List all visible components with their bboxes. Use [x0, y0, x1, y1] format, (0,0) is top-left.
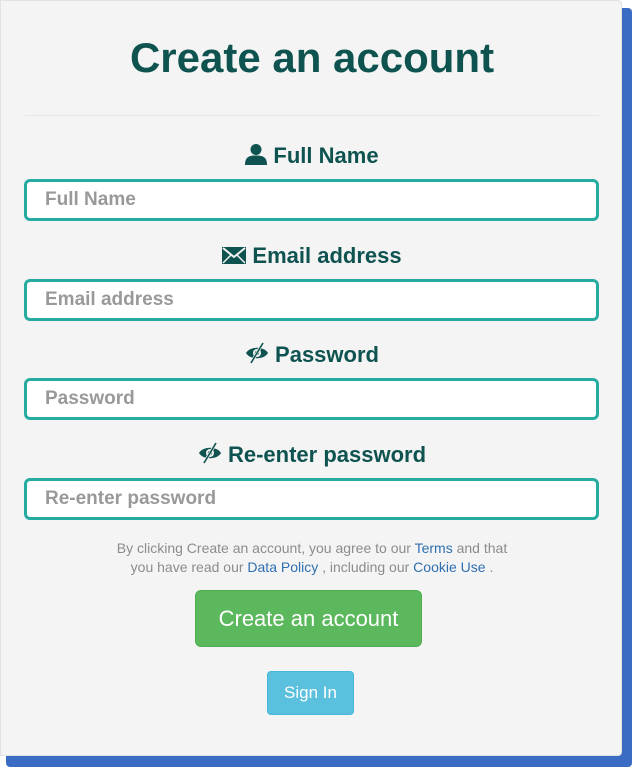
- data-policy-link[interactable]: Data Policy: [247, 559, 318, 575]
- title-divider: [25, 115, 599, 116]
- envelope-icon: [222, 244, 247, 272]
- cookie-use-link[interactable]: Cookie Use: [413, 559, 485, 575]
- full-name-label: Full Name: [1, 142, 623, 172]
- legal-text-4: , including our: [322, 559, 410, 575]
- email-input[interactable]: [24, 279, 599, 321]
- eye-slash-icon: [245, 342, 269, 371]
- legal-notice: By clicking Create an account, you agree…: [1, 539, 623, 577]
- full-name-input[interactable]: [24, 179, 599, 221]
- signup-card: Create an account Full Name Email addres…: [0, 0, 622, 756]
- eye-slash-icon: [198, 442, 222, 471]
- page-title: Create an account: [129, 34, 495, 81]
- password-label: Password: [1, 341, 623, 371]
- password-label-text: Password: [275, 342, 379, 367]
- reenter-password-input[interactable]: [24, 478, 599, 520]
- legal-text-1: By clicking Create an account, you agree…: [116, 540, 411, 556]
- legal-text-5: .: [489, 559, 494, 575]
- sign-in-button[interactable]: Sign In: [267, 671, 354, 715]
- email-label-text: Email address: [252, 243, 402, 268]
- password-input[interactable]: [24, 378, 599, 420]
- full-name-label-text: Full Name: [273, 143, 379, 168]
- email-label: Email address: [1, 242, 623, 272]
- legal-text-2: and that: [456, 540, 508, 556]
- user-icon: [245, 143, 268, 172]
- create-account-button[interactable]: Create an account: [195, 590, 422, 647]
- terms-link[interactable]: Terms: [415, 540, 453, 556]
- legal-text-3: you have read our: [130, 559, 244, 575]
- reenter-password-label-text: Re-enter password: [227, 442, 427, 467]
- reenter-password-label: Re-enter password: [1, 441, 623, 471]
